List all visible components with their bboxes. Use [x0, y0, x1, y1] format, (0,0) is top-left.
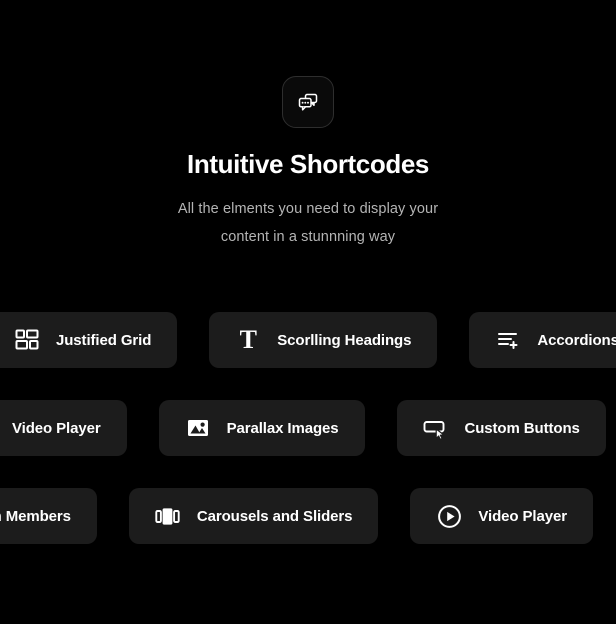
shortcode-chip[interactable]: Team Members: [0, 488, 97, 544]
shortcode-chip[interactable]: Carousels and Sliders: [128, 488, 379, 544]
grid-layout-icon: [14, 327, 40, 353]
button-cursor-icon: [423, 415, 449, 441]
shortcode-chip-label: Parallax Images: [226, 419, 339, 437]
shortcode-chip-label: Team Members: [0, 507, 71, 525]
page-subtitle-line-1: All the elments you need to display your: [177, 200, 439, 217]
shortcode-chip[interactable]: Video Player: [410, 488, 593, 544]
shortcode-chip[interactable]: T Scorlling Headings: [209, 312, 438, 368]
shortcode-chip-label: Video Player: [12, 419, 101, 437]
page-title: Intuitive Shortcodes: [187, 149, 429, 179]
shortcode-row-2: Video Player Parallax Images Custom Button…: [0, 400, 616, 456]
shortcode-chip-label: Carousels and Sliders: [196, 507, 353, 525]
shortcode-chip[interactable]: Video Player: [0, 400, 127, 456]
shortcode-row-1: Justified Grid T Scorlling Headings Accordi…: [0, 312, 616, 368]
image-icon: [185, 415, 211, 441]
shortcode-row-2-track[interactable]: Video Player Parallax Images Custom Button…: [0, 400, 616, 456]
shortcode-row-3: Team Members Carousels and Sliders Video P…: [0, 488, 616, 544]
shortcode-row-3-track[interactable]: Team Members Carousels and Sliders Video P…: [0, 488, 616, 544]
shortcode-chip-label: Justified Grid: [56, 331, 152, 349]
page-subtitle: All the elments you need to display your…: [0, 195, 616, 252]
serif-t-icon: T: [239, 325, 257, 354]
list-plus-icon: [495, 327, 521, 353]
shortcode-chip-label: Scorlling Headings: [277, 331, 412, 349]
chat-bubbles-icon: [282, 76, 334, 128]
shortcode-chip-label: Custom Buttons: [464, 419, 580, 437]
play-circle-icon: [436, 503, 462, 529]
hero-section: Intuitive Shortcodes All the elments you…: [0, 0, 616, 251]
shortcode-chip[interactable]: Accordions: [469, 312, 616, 368]
carousel-icon: [155, 503, 181, 529]
shortcode-chip[interactable]: Parallax Images: [158, 400, 365, 456]
shortcode-row-1-track[interactable]: Justified Grid T Scorlling Headings Accordi…: [0, 312, 616, 368]
shortcodes-showcase-page: Intuitive Shortcodes All the elments you…: [0, 0, 616, 624]
shortcode-chip[interactable]: Justified Grid: [0, 312, 178, 368]
shortcode-rows: Justified Grid T Scorlling Headings Accordi…: [0, 312, 616, 576]
shortcode-chip[interactable]: Custom Buttons: [396, 400, 606, 456]
shortcode-chip-label: Video Player: [478, 507, 567, 525]
shortcode-chip-label: Accordions: [537, 331, 616, 349]
page-subtitle-line-2: content in a stunnning way: [220, 228, 396, 245]
